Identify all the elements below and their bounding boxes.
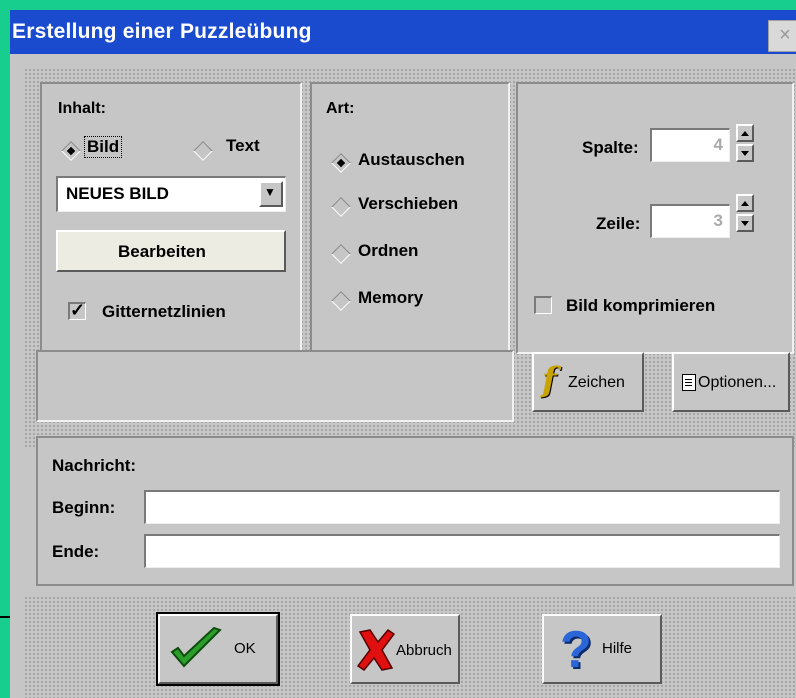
gridlines-checkbox[interactable]: ✓ [68,300,86,320]
radio-bild-label[interactable]: Bild [84,136,123,158]
end-input[interactable] [144,534,780,568]
begin-input[interactable] [144,490,780,524]
cancel-button-label: Abbruch [396,642,452,659]
radio-austauschen-label[interactable]: Austauschen [358,150,465,170]
radio-austauschen[interactable] [331,153,351,173]
columns-input[interactable]: 4 [650,128,730,162]
radio-bild[interactable] [61,141,81,161]
rows-label: Zeile: [596,214,641,233]
image-select[interactable]: NEUES BILD ▼ [56,176,286,212]
size-panel: Spalte: 4 Zeile: 3 Bild komprimieren [516,82,794,354]
title-bar[interactable]: Erstellung einer Puzzleübung × [10,10,796,54]
end-label: Ende: [52,542,100,561]
rows-value: 3 [713,211,723,230]
options-button-label: Optionen... [698,374,777,391]
compress-checkbox[interactable] [534,296,552,314]
dialog-window: Erstellung einer Puzzleübung × Inhalt: B… [10,10,796,698]
gridlines-label[interactable]: Gitternetzlinien [102,302,226,322]
ok-button-label: OK [234,640,256,657]
content-label: Inhalt: [58,100,106,117]
chevron-down-icon: ▼ [264,185,276,199]
question-icon: ? [560,621,592,679]
close-icon: × [779,24,791,46]
edit-button[interactable]: Bearbeiten [56,230,286,272]
type-label: Art: [326,100,355,117]
check-icon [170,626,222,668]
columns-value: 4 [713,135,723,154]
radio-memory-label[interactable]: Memory [358,288,423,308]
close-button[interactable]: × [768,20,796,52]
radio-ordnen[interactable] [331,244,351,264]
preview-panel [36,350,514,422]
arrow-down-icon [741,151,749,156]
radio-verschieben[interactable] [331,197,351,217]
arrow-down-icon [741,221,749,226]
type-panel: Art: Austauschen Verschieben Ordnen Memo… [310,82,510,354]
columns-down-button[interactable] [736,144,754,162]
radio-ordnen-label[interactable]: Ordnen [358,241,418,261]
help-button-label: Hilfe [602,640,633,657]
rows-up-button[interactable] [736,194,754,212]
radio-memory[interactable] [331,291,351,311]
radio-text-label[interactable]: Text [226,136,260,156]
font-icon: f [542,360,557,400]
content-panel: Inhalt: Bild Text NEUES BILD ▼ Bearbeite… [40,82,302,354]
options-button[interactable]: Optionen... [672,352,790,412]
left-edge-mark [0,616,10,618]
begin-label: Beginn: [52,498,116,517]
image-select-value: NEUES BILD [66,184,169,203]
edit-button-label: Bearbeiten [118,242,206,261]
columns-label: Spalte: [582,138,639,157]
message-panel: Nachricht: Beginn: Ende: [36,436,794,586]
cancel-button[interactable]: Abbruch [350,614,460,684]
message-label: Nachricht: [52,456,137,475]
columns-up-button[interactable] [736,124,754,142]
dropdown-button[interactable]: ▼ [259,181,283,207]
radio-verschieben-label[interactable]: Verschieben [358,194,458,214]
dialog-title: Erstellung einer Puzzleübung [12,20,312,43]
arrow-up-icon [741,201,749,206]
compress-label[interactable]: Bild komprimieren [566,296,715,316]
radio-text[interactable] [193,141,213,161]
arrow-up-icon [741,131,749,136]
rows-input[interactable]: 3 [650,204,730,238]
check-mark-icon: ✓ [70,300,86,320]
help-button[interactable]: ? Hilfe [542,614,662,684]
font-button[interactable]: f Zeichen [532,352,644,412]
x-icon [356,629,396,671]
ok-button[interactable]: OK [156,612,280,686]
rows-down-button[interactable] [736,214,754,232]
document-icon [682,374,696,391]
font-button-label: Zeichen [568,374,625,391]
